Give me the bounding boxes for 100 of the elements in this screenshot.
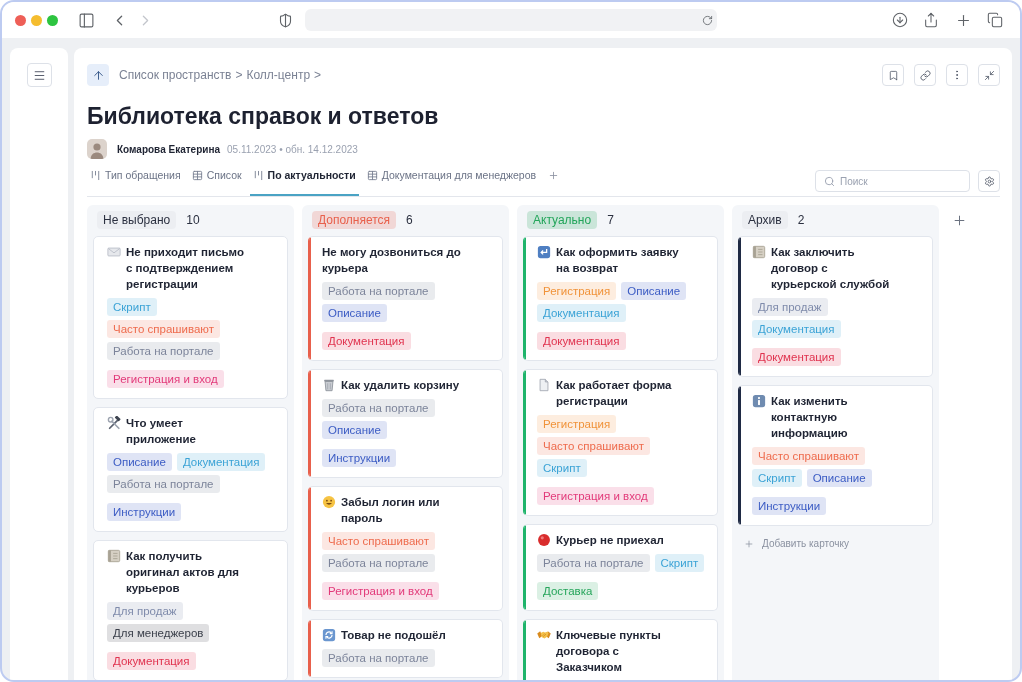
column-status: Не выбрано: [97, 211, 177, 229]
add-column-button[interactable]: [952, 213, 967, 228]
category-tag: Документация: [752, 348, 841, 366]
card-count: 10: [186, 213, 200, 227]
document-icon: [537, 378, 551, 392]
author-name: Комарова Екатерина: [117, 143, 221, 155]
card-title: Как изменить контактную информацию: [771, 394, 849, 441]
kanban-card[interactable]: Как оформить заявку на возврат Регистрация Описание Документация Документация: [523, 236, 718, 361]
smiley-icon: [322, 495, 336, 509]
kanban-card[interactable]: Не приходит письмо с подтверждением регистрации Скрипт Часто спрашивают Работа на портале Регистрация и вход: [93, 236, 288, 399]
privacy-button[interactable]: [277, 12, 293, 28]
collapse-button[interactable]: [978, 64, 1000, 86]
up-button[interactable]: [87, 64, 109, 86]
card-count: 6: [406, 213, 413, 227]
menu-button[interactable]: [26, 63, 52, 87]
tabs-overview-button[interactable]: [986, 12, 1003, 28]
arrow-up-icon: [91, 68, 105, 82]
breadcrumb-link[interactable]: Список пространств: [119, 68, 232, 82]
sidebar-toggle-button[interactable]: [77, 11, 95, 29]
tag: Работа на портале: [322, 399, 435, 417]
tag: Для менеджеров: [107, 624, 210, 642]
category-tag: Инструкции: [752, 497, 827, 515]
card-title: Ключевые пункты договора с Заказчиком: [556, 628, 662, 675]
kanban-card[interactable]: Курьер не приехал Работа на портале Скрипт Доставка: [523, 524, 718, 611]
menu-icon: [32, 68, 46, 82]
tag: Для продаж: [752, 298, 828, 316]
tag: Регистрация: [537, 415, 617, 433]
bookmark-icon: [887, 69, 899, 81]
kanban-card[interactable]: Как изменить контактную информацию Часто спрашивают Скрипт Описание Инструкции: [738, 385, 933, 526]
kanban-card[interactable]: Товар не подошёл Работа на портале: [308, 619, 503, 678]
info-icon: [752, 394, 766, 408]
kanban-card[interactable]: Забыл логин или пароль Часто спрашивают Работа на портале Регистрация и вход: [308, 486, 503, 611]
share-icon: [922, 12, 939, 28]
settings-icon: [983, 175, 995, 187]
kanban-card[interactable]: Как удалить корзину Работа на портале Описание Инструкции: [308, 369, 503, 478]
tag: Часто спрашивают: [322, 532, 435, 550]
close-window-icon[interactable]: [14, 14, 26, 26]
card-title: Что умеет приложение: [126, 416, 197, 447]
reload-button[interactable]: [701, 14, 713, 26]
plus-icon: [744, 538, 754, 549]
tag: Скрипт: [537, 459, 587, 477]
category-tag: Инструкции: [322, 449, 397, 467]
tag: Скрипт: [752, 469, 802, 487]
plus-icon: [952, 213, 967, 228]
category-tag: Регистрация и вход: [107, 370, 224, 388]
category-tag: Инструкции: [107, 503, 182, 521]
kanban-card[interactable]: Как получить оригинал актов для курьеров Для продаж Для менеджеров Документация: [93, 540, 288, 680]
card-title: Как получить оригинал актов для курьеров: [126, 549, 241, 596]
share-button[interactable]: [922, 12, 939, 28]
wastebasket-icon: [322, 378, 336, 392]
shield-icon: [277, 12, 293, 28]
settings-button[interactable]: [978, 170, 1000, 192]
breadcrumb-separator: >: [314, 68, 322, 82]
tag: Документация: [537, 304, 626, 322]
kanban-card[interactable]: Не могу дозвониться до курьера Работа на портале Описание Документация: [308, 236, 503, 361]
address-field[interactable]: [304, 9, 717, 31]
view-tab[interactable]: Список: [188, 162, 245, 196]
collapse-icon: [983, 69, 995, 81]
card-title: Как заключить договор с курьерской службой: [771, 245, 891, 292]
tag: Работа на портале: [322, 649, 435, 667]
board-icon: [252, 169, 264, 181]
download-button[interactable]: [891, 12, 908, 28]
tag: Регистрация: [537, 282, 617, 300]
kanban-card[interactable]: Ключевые пункты договора с Заказчиком: [523, 619, 718, 680]
search-field[interactable]: Поиск: [815, 170, 970, 192]
kanban-card[interactable]: Как работает форма регистрации Регистрация Часто спрашивают Скрипт Регистрация и вход: [523, 369, 718, 516]
tag: Для продаж: [107, 602, 183, 620]
page-dates: 05.11.2023 • обн. 14.12.2023: [227, 143, 358, 155]
bookmark-button[interactable]: [882, 64, 904, 86]
card-title: Не могу дозвониться до курьера: [322, 245, 462, 276]
copy-link-button[interactable]: [914, 64, 936, 86]
notebook-icon: [752, 245, 766, 259]
tag: Работа на портале: [322, 554, 435, 572]
plus-icon: [548, 170, 560, 181]
category-tag: Документация: [537, 332, 626, 350]
kanban-card[interactable]: Что умеет приложение Описание Документация Работа на портале Инструкции: [93, 407, 288, 532]
column-status: Архив: [742, 211, 788, 229]
card-title: Как оформить заявку на возврат: [556, 245, 680, 276]
notebook-icon: [107, 549, 121, 563]
add-view-button[interactable]: [548, 170, 560, 181]
tag: Описание: [322, 421, 387, 439]
breadcrumb-link[interactable]: Колл-центр: [246, 68, 311, 82]
tag: Описание: [107, 453, 172, 471]
column-status: Дополняется: [312, 211, 397, 229]
tag: Работа на портале: [107, 342, 220, 360]
avatar: [87, 139, 107, 159]
view-tab[interactable]: По актуальности: [249, 162, 359, 196]
tag: Описание: [806, 469, 872, 487]
category-tag: Регистрация и вход: [322, 582, 439, 600]
kanban-card[interactable]: Как заключить договор с курьерской службой Для продаж Документация Документация: [738, 236, 933, 377]
view-tab[interactable]: Тип обращения: [87, 162, 184, 196]
zoom-window-icon[interactable]: [46, 14, 58, 26]
tag: Работа на портале: [107, 475, 220, 493]
cycle-arrows-icon: [322, 628, 336, 642]
card-count: 2: [797, 213, 805, 227]
tag: Документация: [752, 320, 841, 338]
card-title: Забыл логин или пароль: [341, 495, 441, 526]
view-tab[interactable]: Документация для менеджеров: [363, 162, 540, 196]
page-title: Библиотека справок и ответов: [87, 102, 440, 130]
column-status: Актуально: [527, 211, 598, 229]
